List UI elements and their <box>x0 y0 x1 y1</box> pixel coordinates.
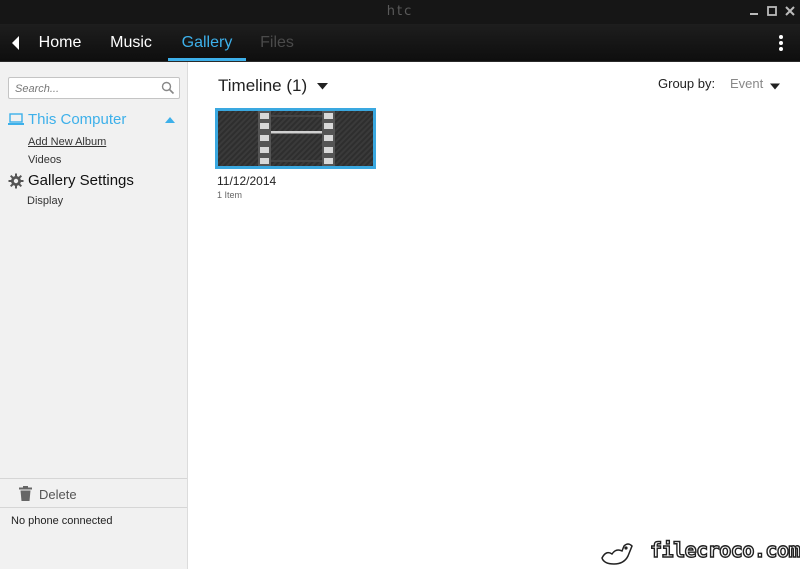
close-button[interactable] <box>781 2 799 20</box>
add-new-album-link[interactable]: Add New Album <box>28 136 106 148</box>
film-strip-icon <box>218 111 373 166</box>
search-icon[interactable] <box>161 81 175 95</box>
back-button[interactable] <box>8 33 24 53</box>
sidebar-item-videos[interactable]: Videos <box>28 154 61 166</box>
tab-gallery[interactable]: Gallery <box>168 24 246 61</box>
main-content: Timeline (1) Group by: Event 11/12/2014 … <box>189 62 800 569</box>
title-bar: htc <box>0 0 800 24</box>
gallery-settings-label: Gallery Settings <box>28 172 134 189</box>
vertical-dots-icon <box>779 35 783 51</box>
chevron-down-icon[interactable] <box>317 82 328 90</box>
collapse-up-icon[interactable] <box>165 116 175 124</box>
tab-music[interactable]: Music <box>102 24 160 61</box>
sidebar: This Computer Add New Album Videos Galle… <box>0 62 188 569</box>
nav-bar: Home Music Gallery Files <box>0 24 800 62</box>
phone-status: No phone connected <box>11 515 113 527</box>
gear-icon <box>8 173 24 188</box>
sidebar-item-display[interactable]: Display <box>27 195 63 207</box>
htc-logo: htc <box>386 4 414 19</box>
this-computer-label: This Computer <box>28 111 127 128</box>
album-thumbnail[interactable] <box>215 108 376 169</box>
trash-icon <box>19 486 32 501</box>
tab-files[interactable]: Files <box>252 24 302 61</box>
maximize-button[interactable] <box>763 2 781 20</box>
album-item-count: 1 Item <box>217 190 243 200</box>
search-input[interactable] <box>15 81 155 96</box>
group-by-label: Group by: <box>658 76 716 91</box>
minimize-button[interactable] <box>745 2 763 20</box>
close-icon <box>785 6 795 16</box>
search-box <box>8 77 180 99</box>
group-by-select[interactable]: Event <box>730 76 763 91</box>
watermark-text: filecroco.com <box>649 537 800 562</box>
overflow-menu-button[interactable] <box>774 33 788 53</box>
laptop-icon <box>8 113 24 125</box>
tree-this-computer[interactable]: This Computer <box>8 111 180 128</box>
delete-label: Delete <box>39 487 77 502</box>
maximize-icon <box>767 6 777 16</box>
tab-home[interactable]: Home <box>32 24 88 61</box>
chevron-down-icon[interactable] <box>770 83 780 90</box>
tree-gallery-settings[interactable]: Gallery Settings <box>8 172 134 189</box>
timeline-title[interactable]: Timeline (1) <box>218 76 307 96</box>
minimize-icon <box>750 13 758 15</box>
album-date: 11/12/2014 <box>217 174 277 188</box>
delete-button[interactable]: Delete <box>0 478 187 508</box>
back-arrow-icon <box>12 36 19 50</box>
